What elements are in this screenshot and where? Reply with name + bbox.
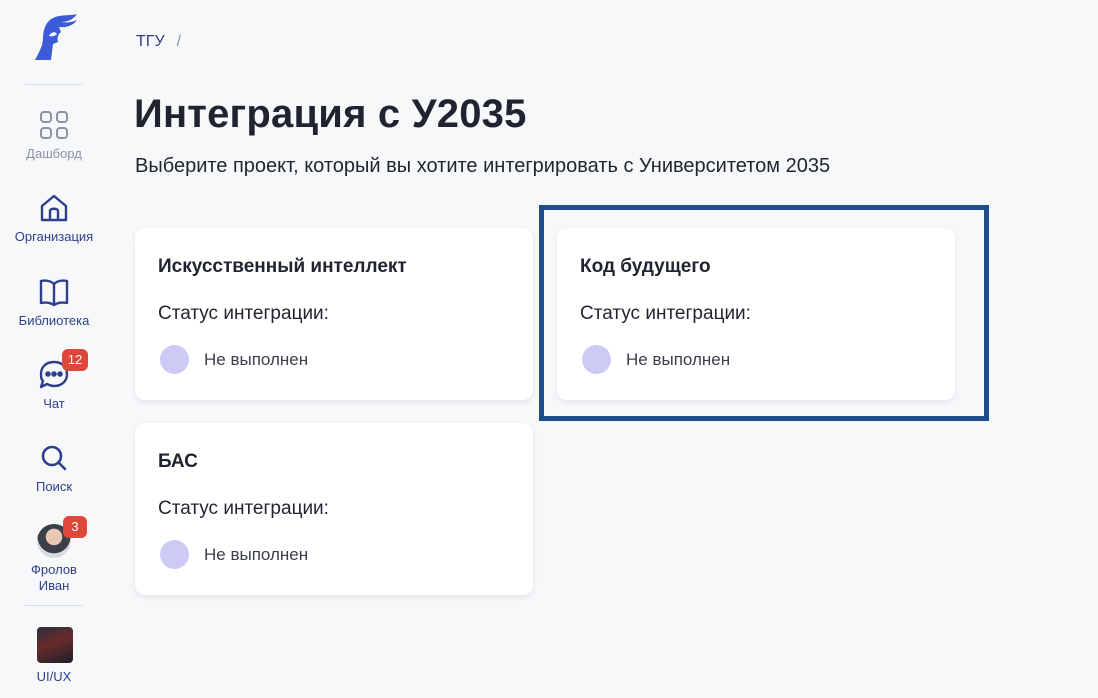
status-label: Статус интеграции: xyxy=(580,303,751,324)
status-row: Не выполнен xyxy=(580,345,931,374)
status-value: Не выполнен xyxy=(204,349,309,369)
breadcrumb-separator: / xyxy=(176,33,182,50)
sidebar-item-label: Фролов Иван xyxy=(31,562,77,593)
book-icon xyxy=(37,275,71,309)
sidebar-item-label: UI/UX xyxy=(36,669,72,684)
page-subtitle: Выберите проект, который вы хотите интег… xyxy=(135,155,831,177)
chat-icon: 12 xyxy=(37,349,88,392)
home-icon xyxy=(37,191,71,225)
profile-notification-badge: 3 xyxy=(63,516,87,538)
breadcrumb: ТГУ / xyxy=(136,33,181,51)
avatar-wrapper: 3 xyxy=(37,516,87,558)
status-row: Не выполнен xyxy=(158,540,509,569)
sidebar: Дашборд Организация Библиотека 12 Чат По… xyxy=(0,0,108,698)
chat-unread-badge: 12 xyxy=(62,349,88,371)
sidebar-divider xyxy=(25,605,83,606)
status-value: Не выполнен xyxy=(204,544,309,564)
workspace-image xyxy=(37,627,73,663)
sidebar-item-dashboard[interactable]: Дашборд xyxy=(0,108,108,162)
sidebar-item-label: Библиотека xyxy=(18,313,90,328)
sidebar-item-label: Дашборд xyxy=(26,146,82,161)
status-dot-icon xyxy=(160,345,189,374)
sidebar-item-chat[interactable]: 12 Чат xyxy=(0,349,108,412)
sidebar-item-search[interactable]: Поиск xyxy=(0,441,108,495)
sidebar-item-label: Чат xyxy=(43,396,65,411)
sidebar-item-label: Поиск xyxy=(35,479,73,494)
sidebar-item-organization[interactable]: Организация xyxy=(0,191,108,245)
project-title: Код будущего xyxy=(580,256,711,277)
sidebar-item-label: Организация xyxy=(14,229,94,244)
breadcrumb-root-link[interactable]: ТГУ xyxy=(136,33,165,50)
sidebar-divider xyxy=(25,84,83,85)
status-dot-icon xyxy=(160,540,189,569)
status-value: Не выполнен xyxy=(626,349,731,369)
project-card-bas[interactable]: БАС Статус интеграции: Не выполнен xyxy=(135,423,533,595)
status-row: Не выполнен xyxy=(158,345,509,374)
search-icon xyxy=(37,441,71,475)
status-label: Статус интеграции: xyxy=(158,498,329,519)
status-dot-icon xyxy=(582,345,611,374)
project-title: БАС xyxy=(158,451,198,472)
status-label: Статус интеграции: xyxy=(158,303,329,324)
sidebar-item-workspace[interactable]: UI/UX xyxy=(0,627,108,685)
project-title: Искусственный интеллект xyxy=(158,256,407,277)
project-card-code-future[interactable]: Код будущего Статус интеграции: Не выпол… xyxy=(557,228,955,400)
logo-icon[interactable] xyxy=(31,12,81,62)
page-title: Интеграция с У2035 xyxy=(134,92,527,136)
workspace-thumbnail xyxy=(37,627,73,663)
sidebar-item-profile[interactable]: 3 Фролов Иван xyxy=(0,516,108,594)
sidebar-item-library[interactable]: Библиотека xyxy=(0,275,108,329)
grid-icon xyxy=(37,108,71,142)
project-card-ai[interactable]: Искусственный интеллект Статус интеграци… xyxy=(135,228,533,400)
